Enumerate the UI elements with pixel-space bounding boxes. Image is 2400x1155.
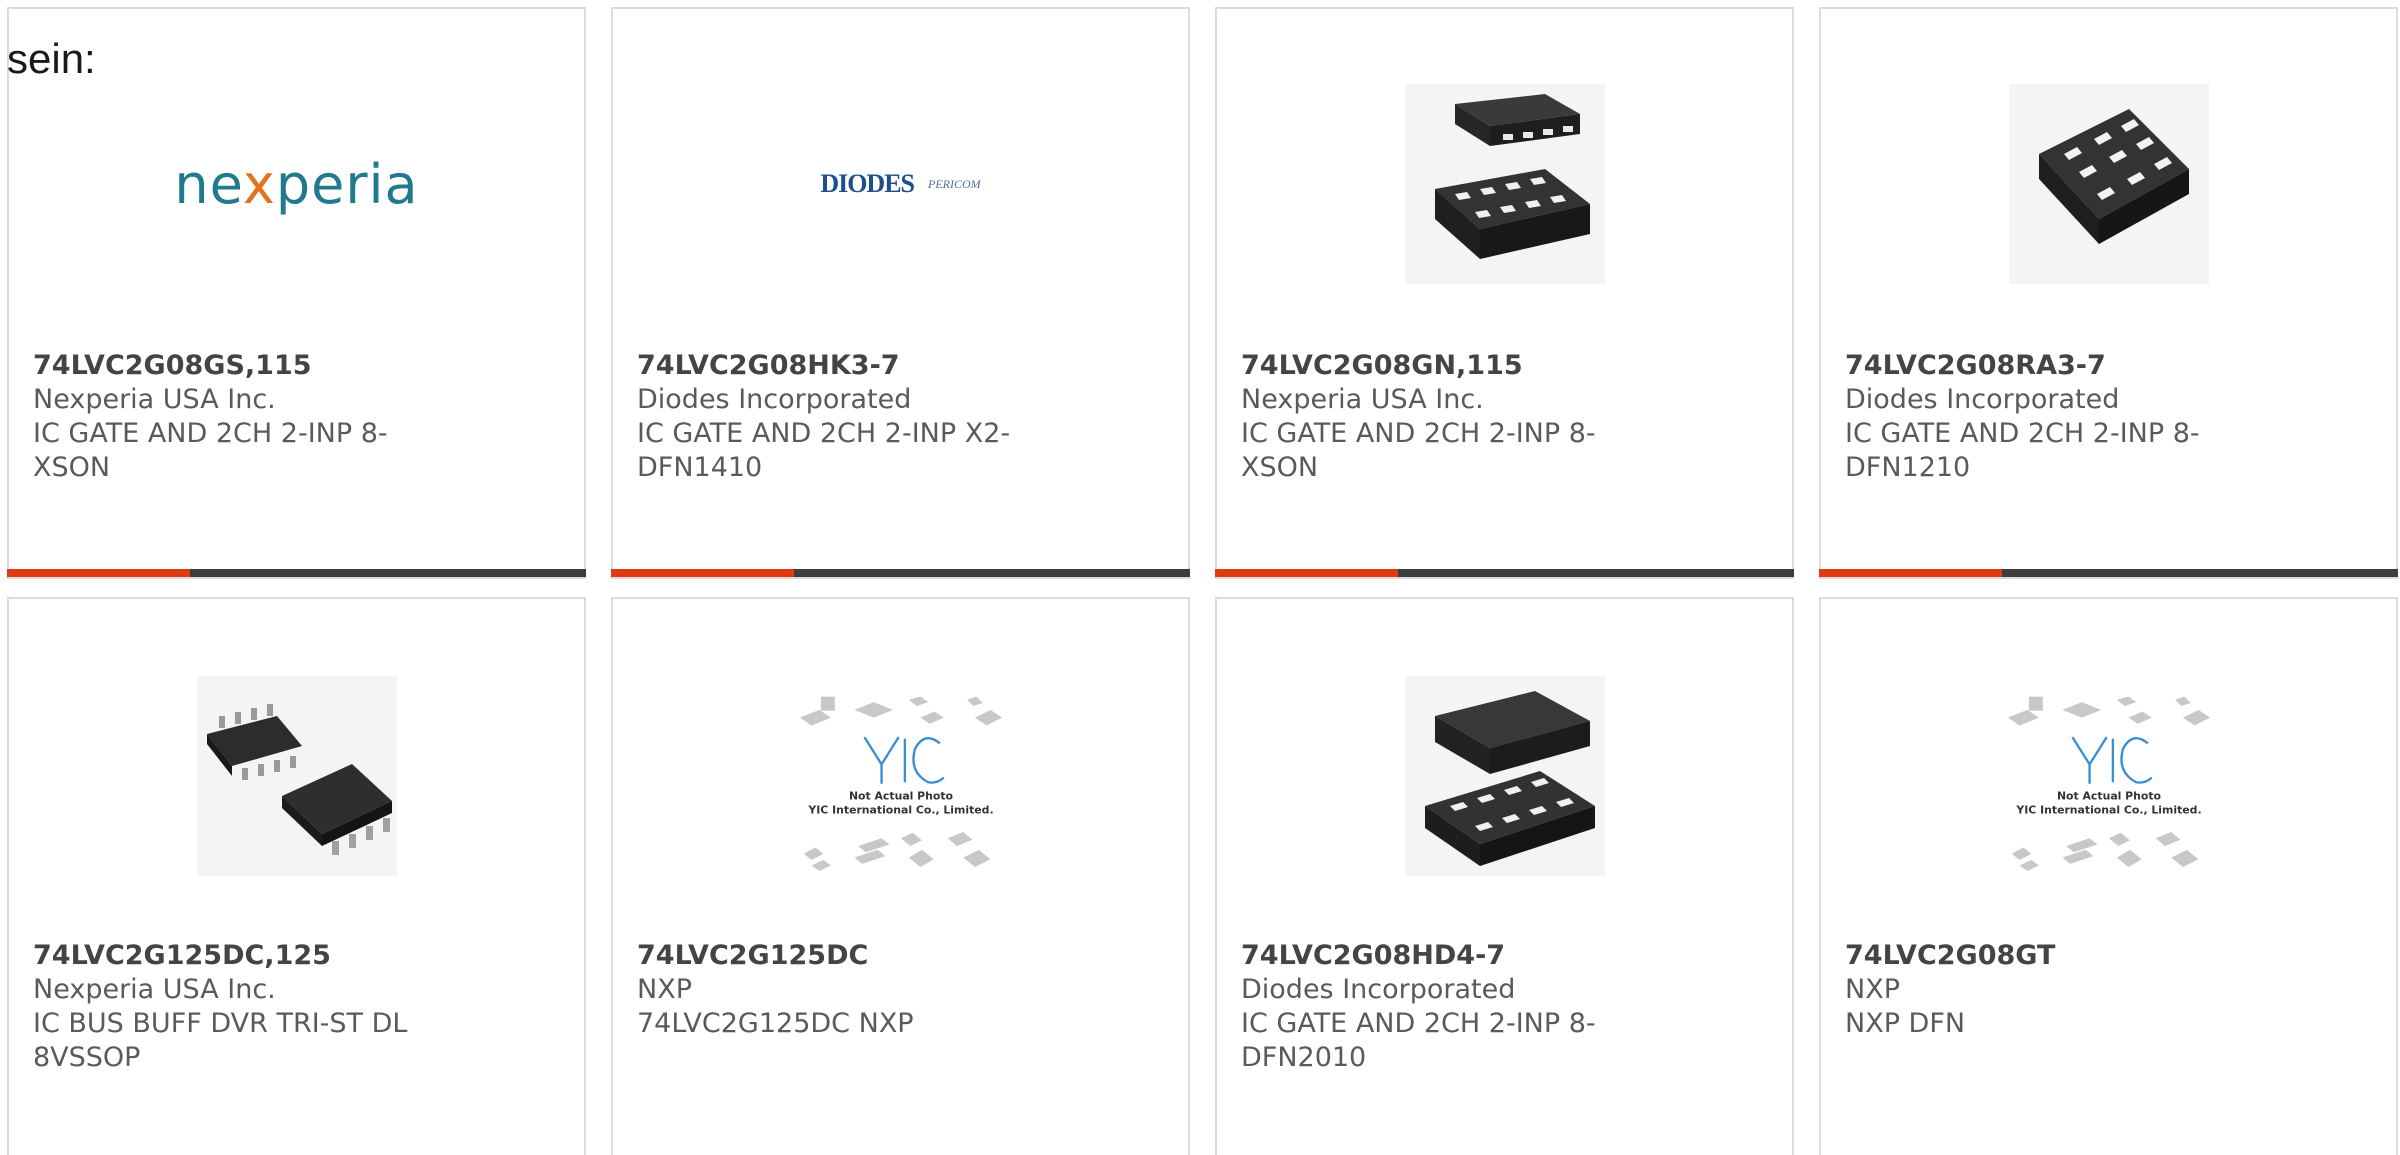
manufacturer-name: Diodes Incorporated: [1845, 384, 2120, 415]
card-bottom-bar: [611, 569, 1190, 577]
manufacturer-name: NXP: [1845, 974, 1900, 1005]
card-bottom-bar: [1215, 569, 1794, 577]
card-accent-bar: [1819, 569, 2002, 577]
card-accent-bar: [7, 569, 190, 577]
svg-text:YIC International Co., Limited: YIC International Co., Limited.: [2015, 803, 2201, 816]
product-info: 74LVC2G08GS,115 Nexperia USA Inc. IC GAT…: [33, 349, 560, 485]
part-number-link[interactable]: 74LVC2G08GN,115: [1241, 349, 1768, 383]
product-card[interactable]: 74LVC2G08GN,115 Nexperia USA Inc. IC GAT…: [1215, 7, 1794, 579]
product-info: 74LVC2G08GT NXP NXP DFN: [1845, 939, 2372, 1041]
product-description: IC GATE AND 2CH 2-INP 8-DFN1210: [1845, 418, 2200, 483]
manufacturer-name: Nexperia USA Inc.: [33, 384, 276, 415]
chip-xson-photo: [1400, 79, 1610, 289]
product-description: IC GATE AND 2CH 2-INP 8-DFN2010: [1241, 1008, 1596, 1073]
part-number-link[interactable]: 74LVC2G125DC,125: [33, 939, 560, 973]
svg-text:YIC International Co., Limited: YIC International Co., Limited.: [807, 803, 993, 816]
svg-text:Not Actual Photo: Not Actual Photo: [848, 789, 952, 802]
manufacturer-name: Diodes Incorporated: [1241, 974, 1516, 1005]
product-grid-page: nexperia 74LVC2G08GS,115 Nexperia USA In…: [0, 0, 2400, 1155]
product-info: 74LVC2G08HD4-7 Diodes Incorporated IC GA…: [1241, 939, 1768, 1075]
part-number-link[interactable]: 74LVC2G08RA3-7: [1845, 349, 2372, 383]
manufacturer-name: NXP: [637, 974, 692, 1005]
product-info: 74LVC2G08GN,115 Nexperia USA Inc. IC GAT…: [1241, 349, 1768, 485]
card-accent-bar: [611, 569, 794, 577]
part-number-link[interactable]: 74LVC2G08HD4-7: [1241, 939, 1768, 973]
product-card[interactable]: 74LVC2G08RA3-7 Diodes Incorporated IC GA…: [1819, 7, 2398, 579]
part-number-link[interactable]: 74LVC2G125DC: [637, 939, 1164, 973]
product-card[interactable]: 74LVC2G08HD4-7 Diodes Incorporated IC GA…: [1215, 597, 1794, 1155]
product-description: NXP DFN: [1845, 1008, 1966, 1039]
chip-vssop-photo: [192, 671, 402, 881]
product-grid: nexperia 74LVC2G08GS,115 Nexperia USA In…: [7, 7, 2398, 1155]
diodes-pericom-logo: DIODES PERICOM: [820, 169, 981, 198]
part-number-link[interactable]: 74LVC2G08GS,115: [33, 349, 560, 383]
intro-text: sein:: [7, 35, 96, 82]
manufacturer-name: Diodes Incorporated: [637, 384, 912, 415]
product-description: IC GATE AND 2CH 2-INP X2-DFN1410: [637, 418, 1011, 483]
product-info: 74LVC2G08RA3-7 Diodes Incorporated IC GA…: [1845, 349, 2372, 485]
product-card[interactable]: 74LVC2G125DC,125 Nexperia USA Inc. IC BU…: [7, 597, 586, 1155]
manufacturer-logo-image: DIODES PERICOM: [796, 79, 1006, 289]
manufacturer-name: Nexperia USA Inc.: [33, 974, 276, 1005]
manufacturer-name: Nexperia USA Inc.: [1241, 384, 1484, 415]
manufacturer-logo-image: nexperia: [174, 79, 417, 289]
product-description: IC BUS BUFF DVR TRI-ST DL 8VSSOP: [33, 1008, 408, 1073]
nexperia-logo: nexperia: [174, 152, 419, 216]
chip-dfn-photo: [2004, 79, 2214, 289]
product-card[interactable]: Not Actual Photo YIC International Co., …: [611, 597, 1190, 1155]
product-description: 74LVC2G125DC NXP: [637, 1008, 914, 1039]
product-card[interactable]: nexperia 74LVC2G08GS,115 Nexperia USA In…: [7, 7, 586, 579]
product-description: IC GATE AND 2CH 2-INP 8-XSON: [1241, 418, 1596, 483]
product-card[interactable]: DIODES PERICOM 74LVC2G08HK3-7 Diodes Inc…: [611, 7, 1190, 579]
card-bottom-bar: [7, 569, 586, 577]
svg-text:Not Actual Photo: Not Actual Photo: [2056, 789, 2160, 802]
not-actual-photo-placeholder: Not Actual Photo YIC International Co., …: [796, 671, 1006, 881]
product-info: 74LVC2G125DC,125 Nexperia USA Inc. IC BU…: [33, 939, 560, 1075]
chip-dfn2010-photo: [1400, 671, 1610, 881]
not-actual-photo-placeholder: Not Actual Photo YIC International Co., …: [2004, 671, 2214, 881]
part-number-link[interactable]: 74LVC2G08GT: [1845, 939, 2372, 973]
card-bottom-bar: [1819, 569, 2398, 577]
part-number-link[interactable]: 74LVC2G08HK3-7: [637, 349, 1164, 383]
product-card[interactable]: Not Actual Photo YIC International Co., …: [1819, 597, 2398, 1155]
product-info: 74LVC2G125DC NXP 74LVC2G125DC NXP: [637, 939, 1164, 1041]
card-accent-bar: [1215, 569, 1398, 577]
product-info: 74LVC2G08HK3-7 Diodes Incorporated IC GA…: [637, 349, 1164, 485]
product-description: IC GATE AND 2CH 2-INP 8-XSON: [33, 418, 388, 483]
